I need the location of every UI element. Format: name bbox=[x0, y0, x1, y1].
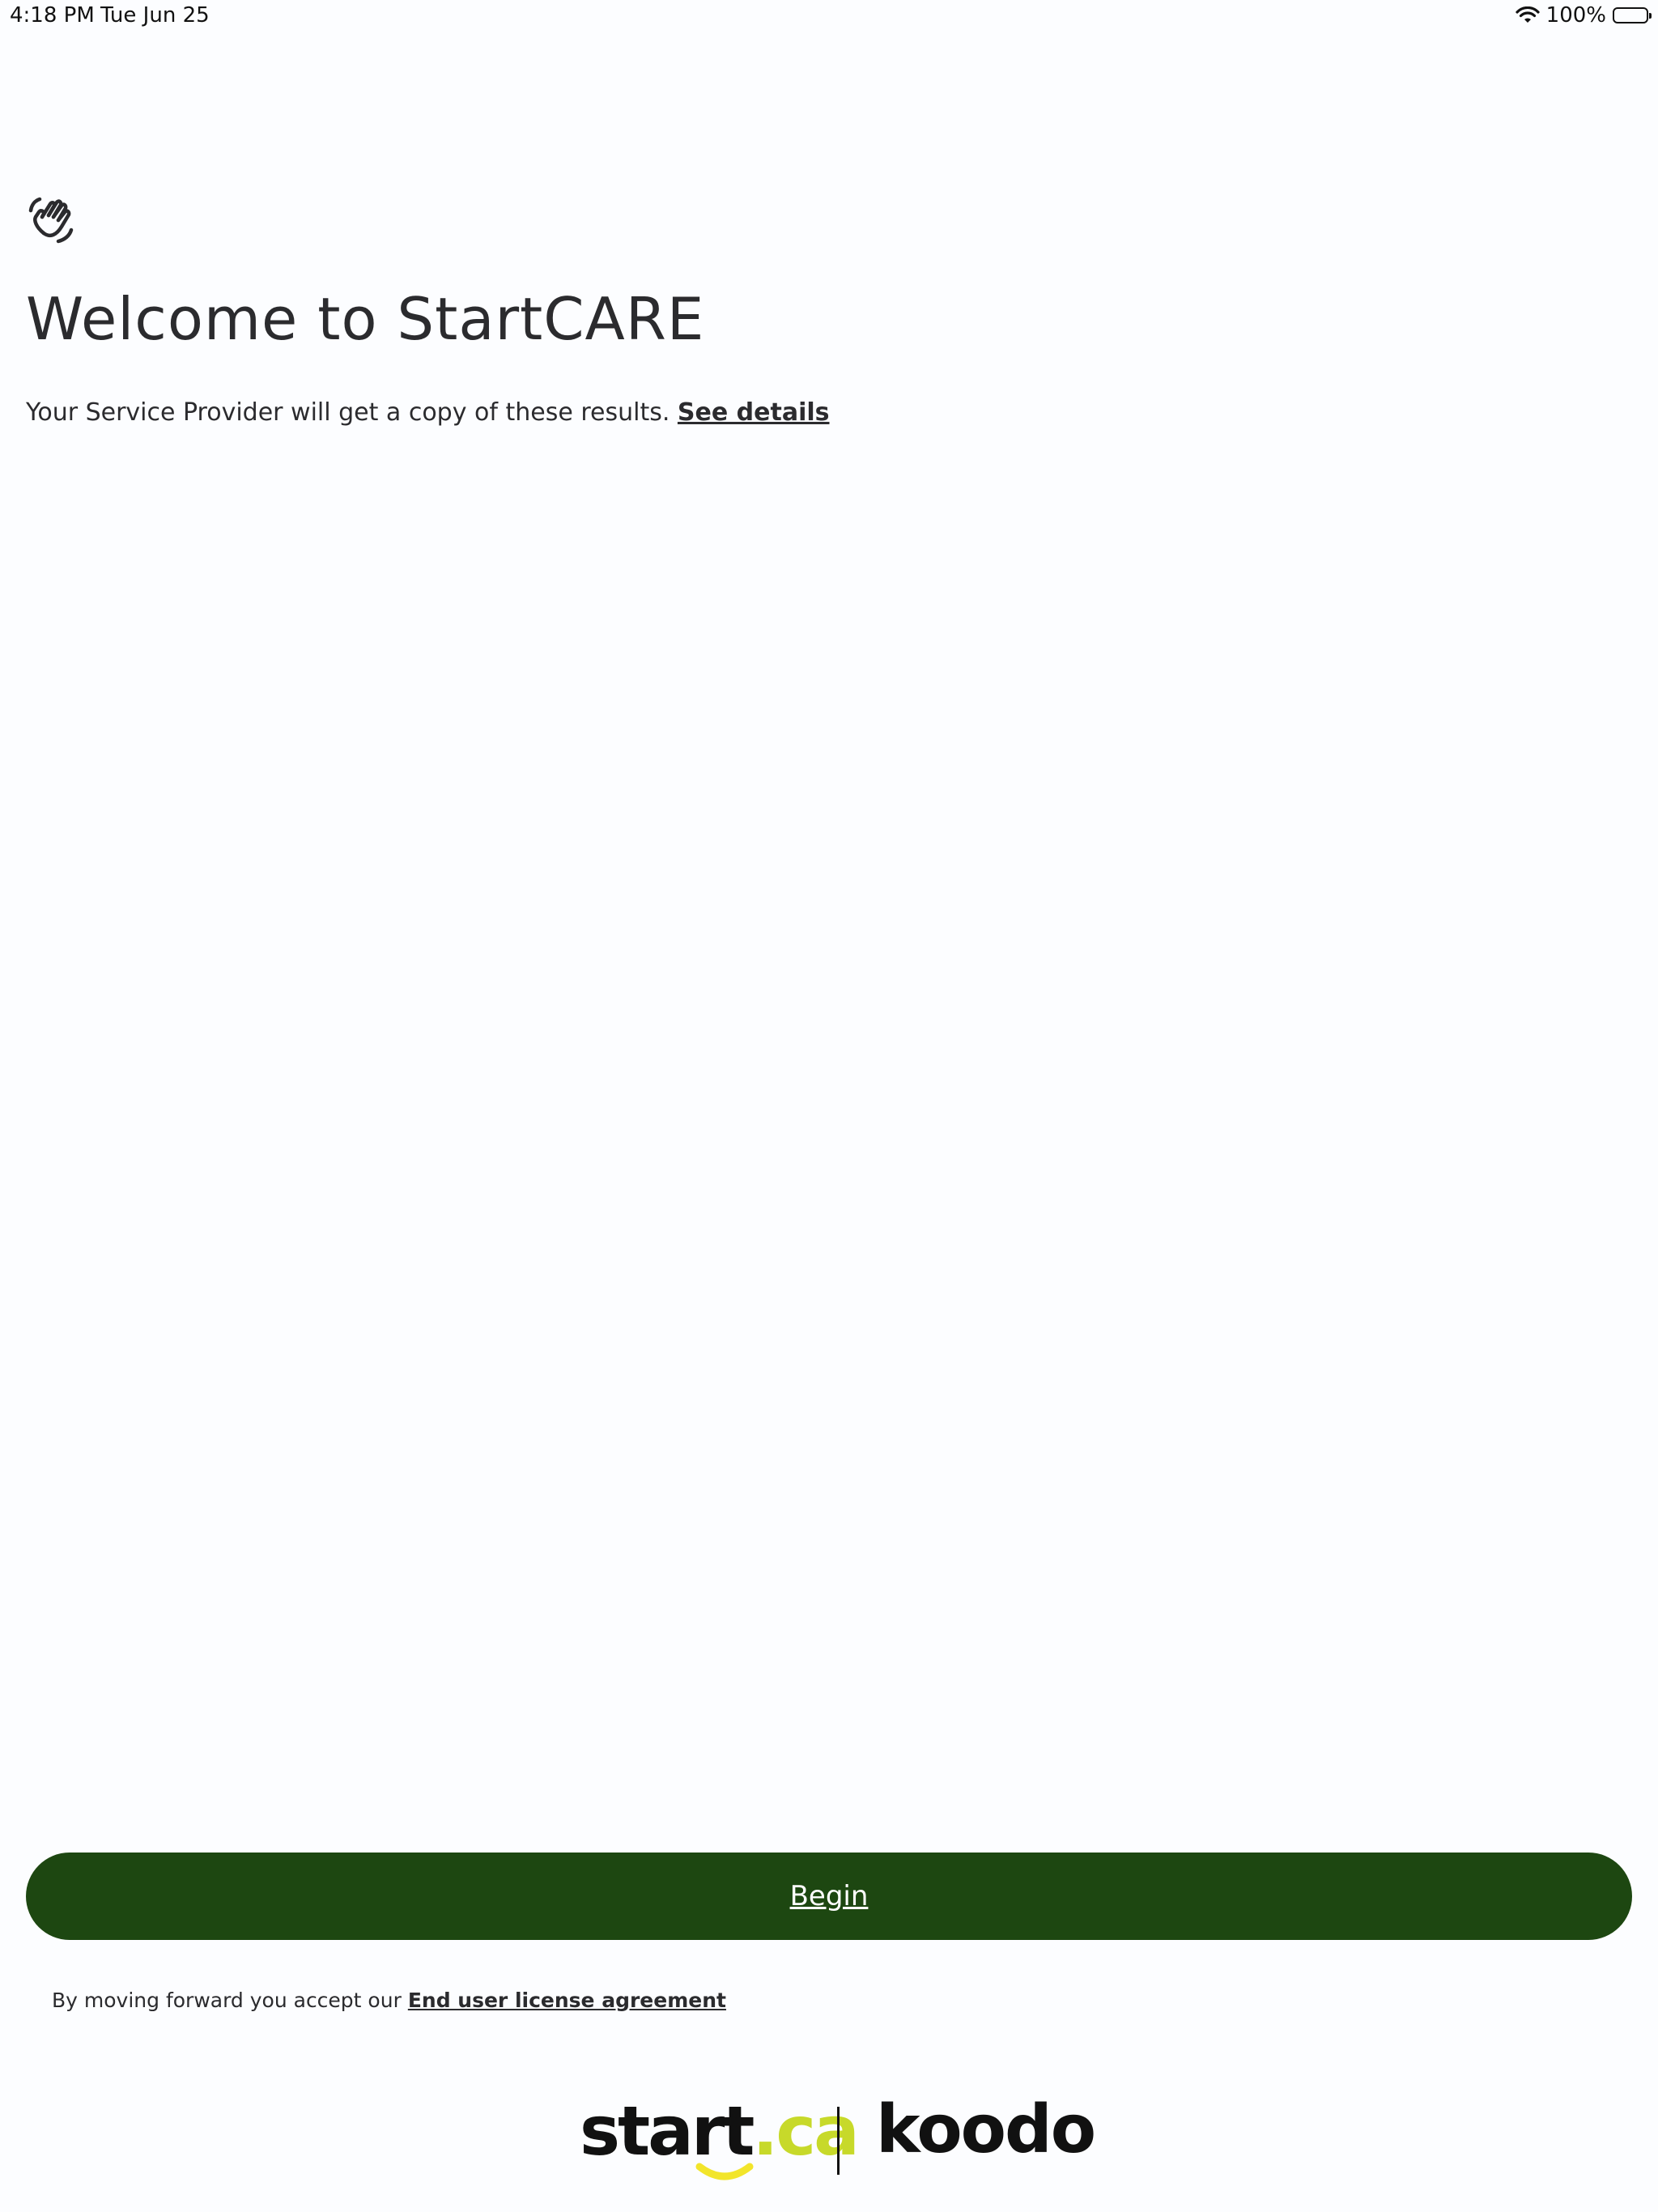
status-bar: 4:18 PM Tue Jun 25 100% bbox=[0, 0, 1658, 32]
start-logo-text: start bbox=[580, 2091, 755, 2171]
eula-link[interactable]: End user license agreement bbox=[408, 1989, 726, 2012]
eula-notice: By moving forward you accept our End use… bbox=[52, 1989, 726, 2012]
koodo-logo: koodo bbox=[876, 2091, 1096, 2168]
subtitle-text: Your Service Provider will get a copy of… bbox=[26, 398, 670, 427]
smile-icon bbox=[695, 2163, 754, 2180]
begin-button[interactable]: Begin bbox=[26, 1853, 1632, 1940]
eula-text: By moving forward you accept our bbox=[52, 1989, 402, 2012]
begin-button-label: Begin bbox=[789, 1880, 869, 1912]
status-time: 4:18 PM bbox=[10, 3, 95, 28]
wifi-icon bbox=[1516, 6, 1540, 23]
page-title: Welcome to StartCARE bbox=[26, 285, 705, 353]
battery-percent: 100% bbox=[1545, 3, 1606, 28]
status-date: Tue Jun 25 bbox=[100, 3, 210, 28]
start-logo-suffix: .ca bbox=[752, 2091, 859, 2171]
status-right: 100% bbox=[1516, 3, 1652, 28]
see-details-link[interactable]: See details bbox=[678, 398, 830, 427]
logo-divider bbox=[837, 2107, 840, 2175]
waving-hand-icon bbox=[28, 197, 74, 244]
battery-icon bbox=[1613, 7, 1652, 23]
subtitle: Your Service Provider will get a copy of… bbox=[26, 398, 830, 427]
partner-logos: start.ca koodo bbox=[580, 2097, 1096, 2186]
